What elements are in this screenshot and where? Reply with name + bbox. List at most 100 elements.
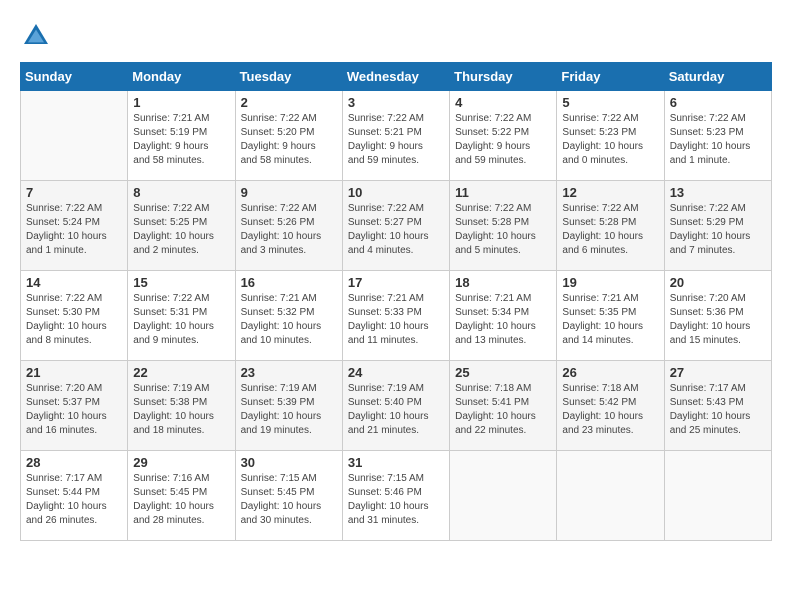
calendar-cell: 8 Sunrise: 7:22 AM Sunset: 5:25 PM Daylig… (128, 181, 235, 271)
weekday-header-thursday: Thursday (450, 63, 557, 91)
day-number: 25 (455, 365, 551, 380)
day-number: 30 (241, 455, 337, 470)
calendar-week-row: 14 Sunrise: 7:22 AM Sunset: 5:30 PM Dayli… (21, 271, 772, 361)
day-info: Sunrise: 7:20 AM Sunset: 5:36 PM Dayligh… (670, 292, 766, 348)
weekday-header-wednesday: Wednesday (342, 63, 449, 91)
calendar-week-row: 7Sunrise: 7:22 AM Sunset: 5:24 PM Daylig… (21, 181, 772, 271)
day-info: Sunrise: 7:19 AM Sunset: 5:40 PM Dayligh… (348, 382, 444, 438)
day-info: Sunrise: 7:19 AM Sunset: 5:39 PM Dayligh… (241, 382, 337, 438)
day-number: 24 (348, 365, 444, 380)
calendar-cell: 2 Sunrise: 7:22 AM Sunset: 5:20 PM Daylig… (235, 91, 342, 181)
day-number: 10 (348, 185, 444, 200)
calendar-cell: 14 Sunrise: 7:22 AM Sunset: 5:30 PM Dayli… (21, 271, 128, 361)
day-info: Sunrise: 7:22 AM Sunset: 5:31 PM Dayligh… (133, 292, 229, 348)
calendar-cell: 7Sunrise: 7:22 AM Sunset: 5:24 PM Daylig… (21, 181, 128, 271)
day-info: Sunrise: 7:22 AM Sunset: 5:23 PM Dayligh… (562, 112, 658, 168)
day-number: 22 (133, 365, 229, 380)
calendar-week-row: 1 Sunrise: 7:21 AM Sunset: 5:19 PM Daylig… (21, 91, 772, 181)
day-info: Sunrise: 7:16 AM Sunset: 5:45 PM Dayligh… (133, 472, 229, 528)
calendar-cell: 9 Sunrise: 7:22 AM Sunset: 5:26 PM Daylig… (235, 181, 342, 271)
day-number: 14 (26, 275, 122, 290)
day-number: 5 (562, 95, 658, 110)
calendar-cell: 10 Sunrise: 7:22 AM Sunset: 5:27 PM Dayli… (342, 181, 449, 271)
day-info: Sunrise: 7:22 AM Sunset: 5:28 PM Dayligh… (455, 202, 551, 258)
calendar-table: SundayMondayTuesdayWednesdayThursdayFrid… (20, 62, 772, 541)
calendar-cell: 15 Sunrise: 7:22 AM Sunset: 5:31 PM Dayli… (128, 271, 235, 361)
day-info: Sunrise: 7:22 AM Sunset: 5:21 PM Dayligh… (348, 112, 444, 168)
logo-icon (20, 20, 52, 52)
calendar-cell: 23 Sunrise: 7:19 AM Sunset: 5:39 PM Dayli… (235, 361, 342, 451)
day-number: 13 (670, 185, 766, 200)
day-info: Sunrise: 7:19 AM Sunset: 5:38 PM Dayligh… (133, 382, 229, 438)
day-info: Sunrise: 7:22 AM Sunset: 5:25 PM Dayligh… (133, 202, 229, 258)
calendar-cell: 6Sunrise: 7:22 AM Sunset: 5:23 PM Daylig… (664, 91, 771, 181)
calendar-cell: 3 Sunrise: 7:22 AM Sunset: 5:21 PM Daylig… (342, 91, 449, 181)
day-info: Sunrise: 7:22 AM Sunset: 5:30 PM Dayligh… (26, 292, 122, 348)
calendar-cell: 31Sunrise: 7:15 AM Sunset: 5:46 PM Dayli… (342, 451, 449, 541)
day-info: Sunrise: 7:15 AM Sunset: 5:45 PM Dayligh… (241, 472, 337, 528)
day-number: 29 (133, 455, 229, 470)
calendar-cell: 11 Sunrise: 7:22 AM Sunset: 5:28 PM Dayli… (450, 181, 557, 271)
calendar-cell: 26 Sunrise: 7:18 AM Sunset: 5:42 PM Dayli… (557, 361, 664, 451)
weekday-header-sunday: Sunday (21, 63, 128, 91)
calendar-cell (664, 451, 771, 541)
logo (20, 20, 56, 52)
calendar-cell: 12Sunrise: 7:22 AM Sunset: 5:28 PM Dayli… (557, 181, 664, 271)
weekday-header-tuesday: Tuesday (235, 63, 342, 91)
day-number: 3 (348, 95, 444, 110)
day-info: Sunrise: 7:17 AM Sunset: 5:44 PM Dayligh… (26, 472, 122, 528)
day-number: 11 (455, 185, 551, 200)
calendar-cell (557, 451, 664, 541)
calendar-week-row: 21Sunrise: 7:20 AM Sunset: 5:37 PM Dayli… (21, 361, 772, 451)
calendar-cell: 1 Sunrise: 7:21 AM Sunset: 5:19 PM Daylig… (128, 91, 235, 181)
day-info: Sunrise: 7:22 AM Sunset: 5:28 PM Dayligh… (562, 202, 658, 258)
calendar-cell: 24 Sunrise: 7:19 AM Sunset: 5:40 PM Dayli… (342, 361, 449, 451)
calendar-cell (21, 91, 128, 181)
day-info: Sunrise: 7:21 AM Sunset: 5:19 PM Dayligh… (133, 112, 229, 168)
day-info: Sunrise: 7:22 AM Sunset: 5:20 PM Dayligh… (241, 112, 337, 168)
day-number: 27 (670, 365, 766, 380)
calendar-cell: 13 Sunrise: 7:22 AM Sunset: 5:29 PM Dayli… (664, 181, 771, 271)
day-number: 8 (133, 185, 229, 200)
day-number: 9 (241, 185, 337, 200)
calendar-cell: 27 Sunrise: 7:17 AM Sunset: 5:43 PM Dayli… (664, 361, 771, 451)
day-info: Sunrise: 7:21 AM Sunset: 5:33 PM Dayligh… (348, 292, 444, 348)
day-info: Sunrise: 7:22 AM Sunset: 5:23 PM Dayligh… (670, 112, 766, 168)
day-number: 4 (455, 95, 551, 110)
calendar-cell (450, 451, 557, 541)
calendar-cell: 20 Sunrise: 7:20 AM Sunset: 5:36 PM Dayli… (664, 271, 771, 361)
day-info: Sunrise: 7:21 AM Sunset: 5:35 PM Dayligh… (562, 292, 658, 348)
calendar-cell: 19 Sunrise: 7:21 AM Sunset: 5:35 PM Dayli… (557, 271, 664, 361)
calendar-cell: 17 Sunrise: 7:21 AM Sunset: 5:33 PM Dayli… (342, 271, 449, 361)
calendar-cell: 25 Sunrise: 7:18 AM Sunset: 5:41 PM Dayli… (450, 361, 557, 451)
day-number: 19 (562, 275, 658, 290)
day-info: Sunrise: 7:17 AM Sunset: 5:43 PM Dayligh… (670, 382, 766, 438)
day-number: 31 (348, 455, 444, 470)
day-number: 1 (133, 95, 229, 110)
calendar-cell: 29 Sunrise: 7:16 AM Sunset: 5:45 PM Dayli… (128, 451, 235, 541)
weekday-header-friday: Friday (557, 63, 664, 91)
day-number: 28 (26, 455, 122, 470)
day-number: 21 (26, 365, 122, 380)
weekday-header-saturday: Saturday (664, 63, 771, 91)
page-header (20, 20, 772, 52)
day-number: 16 (241, 275, 337, 290)
weekday-header-row: SundayMondayTuesdayWednesdayThursdayFrid… (21, 63, 772, 91)
day-number: 2 (241, 95, 337, 110)
day-info: Sunrise: 7:22 AM Sunset: 5:29 PM Dayligh… (670, 202, 766, 258)
day-number: 20 (670, 275, 766, 290)
day-info: Sunrise: 7:18 AM Sunset: 5:41 PM Dayligh… (455, 382, 551, 438)
day-info: Sunrise: 7:22 AM Sunset: 5:26 PM Dayligh… (241, 202, 337, 258)
day-info: Sunrise: 7:22 AM Sunset: 5:22 PM Dayligh… (455, 112, 551, 168)
weekday-header-monday: Monday (128, 63, 235, 91)
calendar-cell: 4 Sunrise: 7:22 AM Sunset: 5:22 PM Daylig… (450, 91, 557, 181)
day-info: Sunrise: 7:22 AM Sunset: 5:27 PM Dayligh… (348, 202, 444, 258)
day-number: 23 (241, 365, 337, 380)
day-number: 17 (348, 275, 444, 290)
day-info: Sunrise: 7:18 AM Sunset: 5:42 PM Dayligh… (562, 382, 658, 438)
day-number: 15 (133, 275, 229, 290)
day-number: 26 (562, 365, 658, 380)
calendar-cell: 28 Sunrise: 7:17 AM Sunset: 5:44 PM Dayli… (21, 451, 128, 541)
calendar-cell: 22 Sunrise: 7:19 AM Sunset: 5:38 PM Dayli… (128, 361, 235, 451)
calendar-cell: 18Sunrise: 7:21 AM Sunset: 5:34 PM Dayli… (450, 271, 557, 361)
